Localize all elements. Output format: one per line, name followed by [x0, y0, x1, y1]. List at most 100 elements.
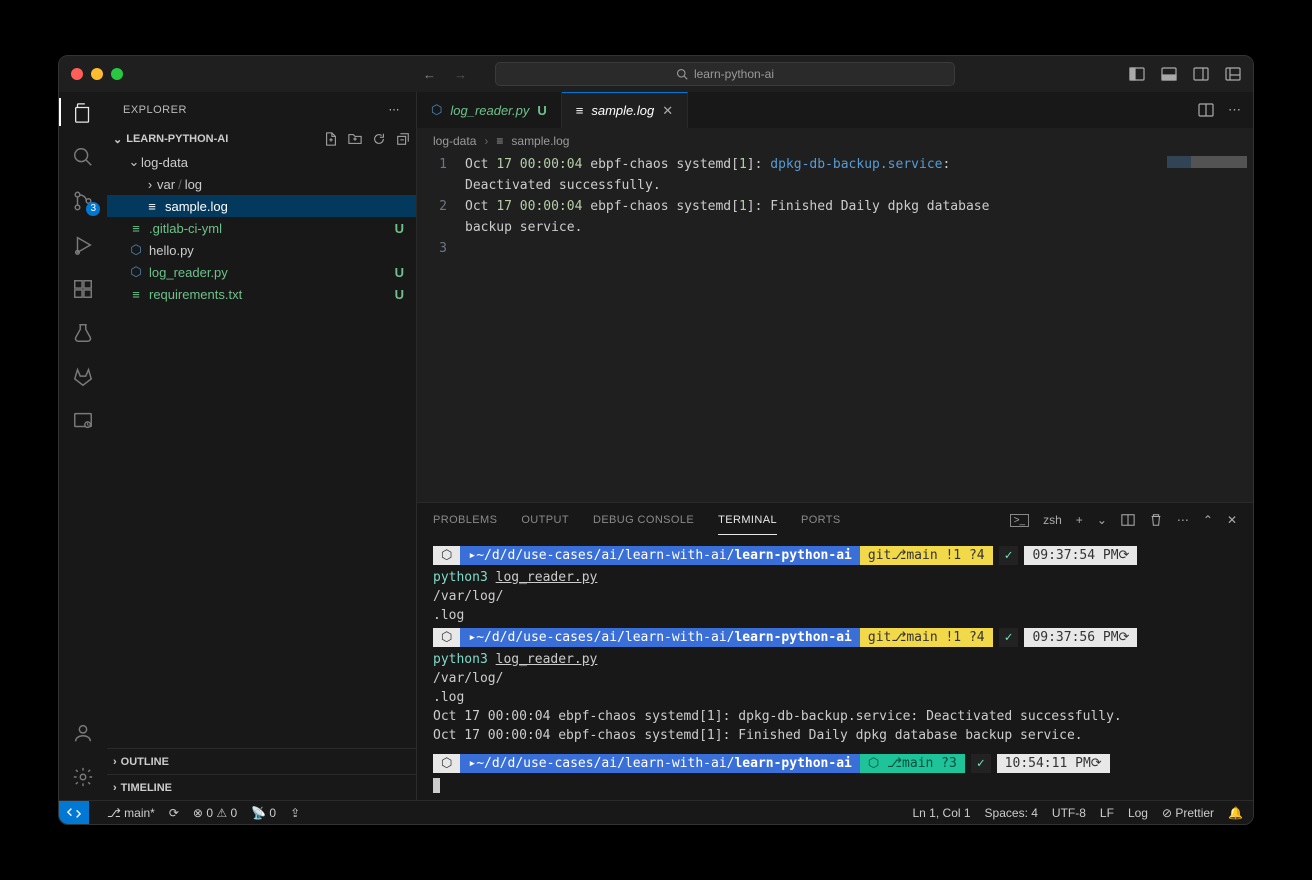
workspace-section[interactable]: ⌄ LEARN-PYTHON-AI	[107, 127, 416, 151]
file-label: hello.py	[149, 243, 194, 258]
explorer-more-icon[interactable]: ⋯	[389, 103, 401, 116]
layout-secondary-sidebar-icon[interactable]	[1193, 66, 1209, 82]
layout-panel-icon[interactable]	[1161, 66, 1177, 82]
git-status: U	[395, 265, 404, 280]
status-ports[interactable]: 📡 0	[251, 806, 276, 820]
editor-area: ⬡ log_reader.py U ≡ sample.log ✕ ⋯ log-d…	[417, 92, 1253, 800]
tree-file-requirements[interactable]: ≡ requirements.txt U	[107, 283, 416, 305]
close-panel-icon[interactable]: ✕	[1227, 513, 1237, 527]
chevron-down-icon: ⌄	[113, 133, 122, 146]
breadcrumbs[interactable]: log-data › ≡ sample.log	[417, 128, 1253, 154]
chevron-down-icon[interactable]: ⌄	[1097, 513, 1107, 527]
notifications-icon[interactable]: 🔔	[1228, 806, 1243, 820]
maximize-window-button[interactable]	[111, 68, 123, 80]
workspace-name: LEARN-PYTHON-AI	[126, 133, 228, 145]
tree-file-gitlab-ci[interactable]: ≡ .gitlab-ci-yml U	[107, 217, 416, 239]
status-encoding[interactable]: UTF-8	[1052, 806, 1086, 820]
terminal-line: /var/log/	[433, 587, 1237, 606]
file-tree: ⌄ log-data › var/log ≡ sample.log ≡ .git…	[107, 151, 416, 305]
search-icon	[676, 68, 688, 80]
kill-terminal-icon[interactable]	[1149, 513, 1163, 527]
breadcrumb-item[interactable]: log-data	[433, 134, 476, 148]
customize-layout-icon[interactable]	[1225, 66, 1241, 82]
tree-file-hello[interactable]: ⬡ hello.py	[107, 239, 416, 261]
prompt-branch: ⬡ ⎇ main ?3	[860, 754, 965, 773]
remote-indicator[interactable]	[59, 801, 89, 825]
tree-folder-var-log[interactable]: › var/log	[107, 173, 416, 195]
breadcrumb-item[interactable]: sample.log	[511, 134, 569, 148]
new-folder-icon[interactable]	[348, 132, 362, 146]
breadcrumb-separator: ›	[484, 134, 488, 148]
file-label: log_reader.py	[149, 265, 228, 280]
activity-accounts-icon[interactable]	[72, 722, 94, 744]
terminal-launch-icon[interactable]: >_	[1010, 514, 1029, 527]
more-actions-icon[interactable]: ⋯	[1228, 102, 1241, 118]
panel-tab-ports[interactable]: PORTS	[801, 506, 841, 534]
status-branch[interactable]: ⎇ main*	[107, 806, 155, 820]
gitlab-badge-icon: ⬡	[433, 546, 460, 565]
editor-tabs: ⬡ log_reader.py U ≡ sample.log ✕ ⋯	[417, 92, 1253, 128]
activity-source-control-icon[interactable]: 3	[72, 190, 94, 212]
file-label: requirements.txt	[149, 287, 242, 302]
status-errors[interactable]: ⊗ 0 ⚠ 0	[193, 806, 237, 820]
new-terminal-icon[interactable]: +	[1076, 513, 1083, 527]
timeline-section[interactable]: › TIMELINE	[107, 774, 416, 800]
nav-forward-icon[interactable]: →	[454, 67, 467, 82]
split-editor-icon[interactable]	[1198, 102, 1214, 118]
tab-log-reader[interactable]: ⬡ log_reader.py U	[417, 92, 562, 128]
tab-sample-log[interactable]: ≡ sample.log ✕	[562, 92, 688, 128]
live-share-icon[interactable]: ⇪	[290, 806, 300, 820]
terminal-cursor	[433, 778, 440, 793]
file-icon: ≡	[143, 199, 161, 214]
close-window-button[interactable]	[71, 68, 83, 80]
terminal-content[interactable]: ⬡ ▸ ~/d/d/use-cases/ai/learn-with-ai/lea…	[417, 537, 1253, 800]
more-icon[interactable]: ⋯	[1177, 513, 1189, 527]
activity-search-icon[interactable]	[72, 146, 94, 168]
panel-tab-debug[interactable]: DEBUG CONSOLE	[593, 506, 694, 534]
command-center[interactable]: learn-python-ai	[495, 62, 955, 86]
layout-primary-sidebar-icon[interactable]	[1129, 66, 1145, 82]
tree-file-log-reader[interactable]: ⬡ log_reader.py U	[107, 261, 416, 283]
status-eol[interactable]: LF	[1100, 806, 1114, 820]
close-tab-icon[interactable]: ✕	[662, 103, 673, 119]
terminal-line: python3 log_reader.py	[433, 650, 1237, 669]
tree-folder-log-data[interactable]: ⌄ log-data	[107, 151, 416, 173]
status-prettier[interactable]: ⊘ Prettier	[1162, 806, 1214, 820]
split-terminal-icon[interactable]	[1121, 513, 1135, 527]
outline-section[interactable]: › OUTLINE	[107, 748, 416, 774]
code-content: Oct 17 00:00:04 ebpf-chaos systemd[1]: d…	[465, 154, 1253, 502]
code-editor[interactable]: 1 2 3 Oct 17 00:00:04 ebpf-chaos systemd…	[417, 154, 1253, 502]
gitlab-badge-icon: ⬡	[433, 754, 460, 773]
activity-explorer-icon[interactable]	[72, 102, 94, 124]
new-file-icon[interactable]	[324, 132, 338, 146]
sync-icon[interactable]: ⟳	[169, 806, 179, 820]
prompt-branch: git ⎇ main !1 ?4	[860, 628, 993, 647]
status-cursor[interactable]: Ln 1, Col 1	[913, 806, 971, 820]
collapse-all-icon[interactable]	[396, 132, 410, 146]
panel-tab-problems[interactable]: PROBLEMS	[433, 506, 497, 534]
prompt-status: ✓	[971, 754, 991, 773]
minimap[interactable]	[1167, 156, 1247, 168]
panel-tab-output[interactable]: OUTPUT	[521, 506, 569, 534]
nav-back-icon[interactable]: ←	[423, 67, 436, 82]
minimize-window-button[interactable]	[91, 68, 103, 80]
tree-file-sample-log[interactable]: ≡ sample.log	[107, 195, 416, 217]
activity-run-debug-icon[interactable]	[72, 234, 94, 256]
outline-label: OUTLINE	[121, 756, 169, 768]
nav-arrows: ← →	[423, 67, 467, 82]
terminal-prompt: ⬡ ▸ ~/d/d/use-cases/ai/learn-with-ai/lea…	[433, 546, 1237, 565]
status-indent[interactable]: Spaces: 4	[985, 806, 1038, 820]
panel-tab-terminal[interactable]: TERMINAL	[718, 506, 777, 535]
activity-extensions-icon[interactable]	[72, 278, 94, 300]
refresh-icon[interactable]	[372, 132, 386, 146]
prompt-time: 09:37:56 PM ⟳	[1024, 628, 1137, 647]
maximize-panel-icon[interactable]: ⌃	[1203, 513, 1213, 527]
status-language[interactable]: Log	[1128, 806, 1148, 820]
activity-settings-icon[interactable]	[72, 766, 94, 788]
terminal-line: .log	[433, 688, 1237, 707]
activity-remote-icon[interactable]	[72, 410, 94, 432]
activity-gitlab-icon[interactable]	[72, 366, 94, 388]
terminal-shell-label[interactable]: zsh	[1043, 513, 1062, 527]
activity-testing-icon[interactable]	[72, 322, 94, 344]
folder-label-2: log	[185, 177, 202, 192]
